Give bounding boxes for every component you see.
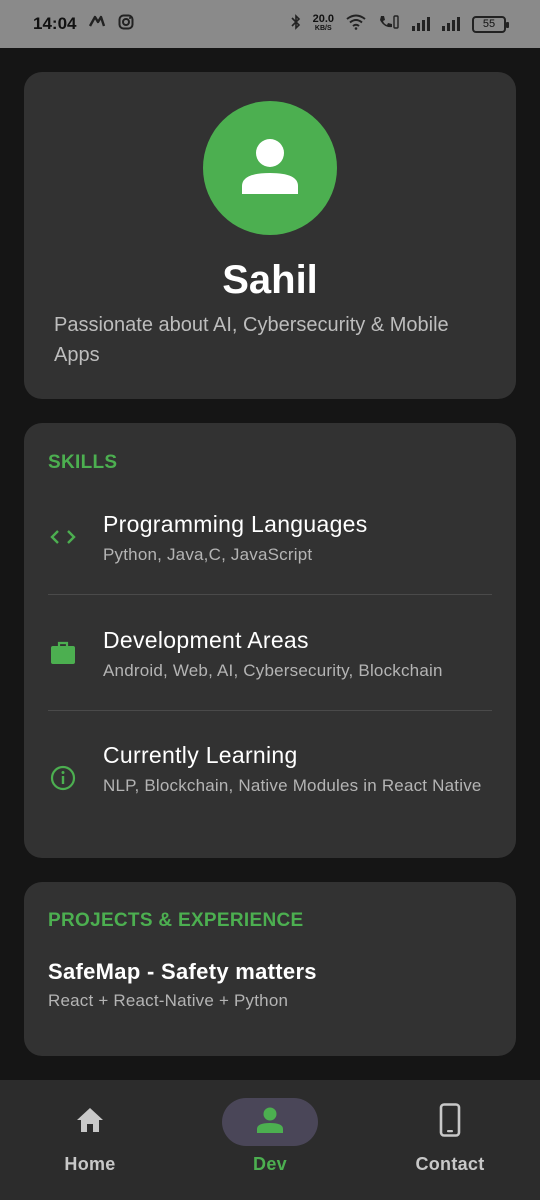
skill-item-currently-learning: Currently Learning NLP, Blockchain, Nati…	[48, 742, 492, 822]
skill-divider	[48, 710, 492, 711]
app-notification-icon	[88, 14, 106, 35]
network-speed: 20.0 KB/S	[312, 13, 334, 33]
nav-label-contact: Contact	[415, 1154, 485, 1174]
person-icon	[240, 136, 300, 201]
signal-strength-icon-2	[442, 17, 460, 31]
status-time: 14:04	[33, 14, 77, 33]
bluetooth-icon	[291, 13, 301, 35]
skill-title: Currently Learning	[103, 742, 298, 768]
skills-card: SKILLS Programming Languages Python, Jav…	[24, 423, 516, 858]
phone-icon	[439, 1102, 461, 1142]
skill-desc: Android, Web, AI, Cybersecurity, Blockch…	[103, 661, 443, 680]
profile-card: Sahil Passionate about AI, Cybersecurity…	[24, 72, 516, 399]
skill-desc: Python, Java,C, JavaScript	[103, 545, 313, 564]
profile-bio: Passionate about AI, Cybersecurity & Mob…	[54, 314, 449, 366]
projects-card: PROJECTS & EXPERIENCE SafeMap - Safety m…	[24, 882, 516, 1056]
nav-icon-container	[42, 1098, 138, 1146]
avatar	[203, 101, 337, 235]
briefcase-icon	[50, 640, 76, 666]
profile-name: Sahil	[222, 258, 318, 302]
nav-item-home[interactable]: Home	[0, 1080, 180, 1200]
project-stack: React + React-Native + Python	[48, 991, 289, 1010]
nav-label-dev: Dev	[253, 1154, 287, 1174]
skills-section-title: SKILLS	[48, 452, 118, 473]
nav-icon-container-active	[222, 1098, 318, 1146]
signal-strength-icon	[412, 17, 430, 31]
skill-title: Development Areas	[103, 627, 309, 653]
instagram-icon	[118, 14, 134, 35]
battery-icon: 55	[472, 15, 509, 33]
nav-icon-container	[402, 1098, 498, 1146]
person-icon	[256, 1106, 284, 1139]
status-bar-right: 20.0 KB/S 55	[291, 13, 509, 35]
skill-title: Programming Languages	[103, 511, 368, 537]
skill-item-programming-languages: Programming Languages Python, Java,C, Ja…	[48, 511, 492, 571]
skill-desc: NLP, Blockchain, Native Modules in React…	[103, 776, 482, 795]
info-icon	[50, 765, 76, 791]
status-bar-left: 14:04	[33, 14, 134, 35]
projects-section-title: PROJECTS & EXPERIENCE	[48, 910, 304, 931]
nav-item-dev[interactable]: Dev	[180, 1080, 360, 1200]
network-speed-unit: KB/S	[314, 25, 332, 32]
nav-item-contact[interactable]: Contact	[360, 1080, 540, 1200]
home-icon	[75, 1106, 105, 1139]
skill-divider	[48, 594, 492, 595]
wifi-calling-icon	[378, 14, 400, 35]
nav-label-home: Home	[64, 1154, 116, 1174]
project-title: SafeMap - Safety matters	[48, 959, 317, 984]
status-bar: 14:04 20.0 KB/S 55	[0, 0, 540, 48]
bottom-nav: Home Dev Contact	[0, 1080, 540, 1200]
wifi-icon	[346, 14, 366, 35]
code-icon	[50, 524, 76, 550]
skill-item-development-areas: Development Areas Android, Web, AI, Cybe…	[48, 627, 492, 687]
network-speed-value: 20.0	[312, 13, 334, 25]
